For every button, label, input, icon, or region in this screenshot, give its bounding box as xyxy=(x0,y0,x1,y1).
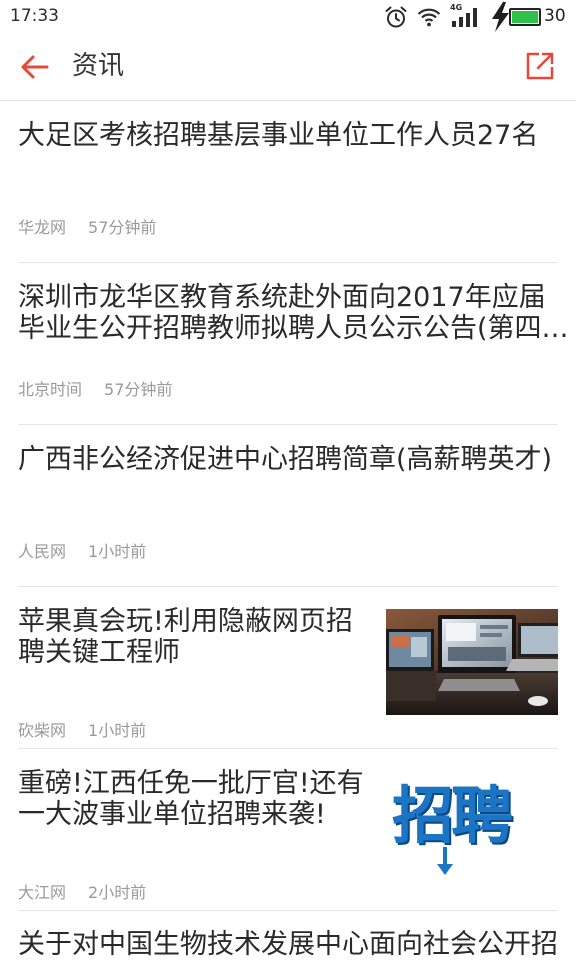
news-meta: 砍柴网 1小时前 xyxy=(18,721,146,741)
news-meta: 北京时间 57分钟前 xyxy=(18,380,172,400)
news-title: 广西非公经济促进中心招聘简章(高薪聘英才) xyxy=(18,444,552,475)
news-item[interactable]: 苹果真会玩!利用隐蔽网页招 聘关键工程师 砍柴网 1小时前 xyxy=(18,587,558,749)
charging-icon xyxy=(489,2,511,32)
back-button[interactable] xyxy=(18,50,52,84)
news-item[interactable]: 广西非公经济促进中心招聘简章(高薪聘英才) 人民网 1小时前 xyxy=(18,425,558,587)
battery-icon xyxy=(509,8,541,26)
news-time: 1小时前 xyxy=(88,542,147,561)
news-title: 重磅!江西任免一批厅官!还有 一大波事业单位招聘来袭! xyxy=(18,768,364,830)
news-title-line: 毕业生公开招聘教师拟聘人员公示公告(第四… xyxy=(18,313,569,344)
news-title-line: 关于对中国生物技术发展中心面向社会公开招 xyxy=(18,929,558,960)
news-item[interactable]: 大足区考核招聘基层事业单位工作人员27名 华龙网 57分钟前 xyxy=(18,101,558,263)
workstation-photo xyxy=(386,609,558,715)
news-source: 砍柴网 xyxy=(18,721,67,740)
news-source: 大江网 xyxy=(18,883,67,902)
news-title: 深圳市龙华区教育系统赴外面向2017年应届 毕业生公开招聘教师拟聘人员公示公告(… xyxy=(18,282,569,344)
app-header: 资讯 xyxy=(0,32,576,101)
wifi-icon xyxy=(417,7,441,27)
news-title-line: 苹果真会玩!利用隐蔽网页招 xyxy=(18,606,353,637)
news-meta: 人民网 1小时前 xyxy=(18,542,146,562)
news-time: 1小时前 xyxy=(88,721,147,740)
news-thumbnail xyxy=(386,609,558,715)
share-button[interactable] xyxy=(522,48,558,84)
arrow-left-icon xyxy=(21,55,49,79)
news-title-line: 聘关键工程师 xyxy=(18,637,180,668)
page-title: 资讯 xyxy=(72,51,125,81)
news-thumbnail: 招聘 xyxy=(386,771,558,877)
news-title-line: 大足区考核招聘基层事业单位工作人员27名 xyxy=(18,120,539,151)
news-time: 57分钟前 xyxy=(88,218,157,237)
arrow-down-icon xyxy=(437,847,453,875)
news-meta: 大江网 2小时前 xyxy=(18,883,146,903)
external-link-icon xyxy=(526,52,554,80)
battery-level: 30 xyxy=(544,6,566,26)
news-title-line: 重磅!江西任免一批厅官!还有 xyxy=(18,768,364,799)
news-screen: 17:33 4G 30 资讯 大足区考核招聘基层事业单位工作人员27名 华龙网 … xyxy=(0,0,576,960)
news-list: 大足区考核招聘基层事业单位工作人员27名 华龙网 57分钟前 深圳市龙华区教育系统… xyxy=(0,101,576,960)
news-meta: 华龙网 57分钟前 xyxy=(18,218,156,238)
news-title-line: 深圳市龙华区教育系统赴外面向2017年应届 xyxy=(18,282,546,313)
news-title: 苹果真会玩!利用隐蔽网页招 聘关键工程师 xyxy=(18,606,353,668)
news-time: 57分钟前 xyxy=(104,380,173,399)
status-time: 17:33 xyxy=(10,6,59,26)
news-title: 关于对中国生物技术发展中心面向社会公开招 xyxy=(18,929,558,960)
news-source: 华龙网 xyxy=(18,218,67,237)
status-bar: 17:33 4G 30 xyxy=(0,0,576,32)
alarm-clock-icon xyxy=(384,5,408,29)
news-title-line: 广西非公经济促进中心招聘简章(高薪聘英才) xyxy=(18,444,553,475)
news-time: 2小时前 xyxy=(88,883,147,902)
battery-fill xyxy=(512,11,538,23)
news-source: 人民网 xyxy=(18,542,67,561)
news-item[interactable]: 深圳市龙华区教育系统赴外面向2017年应届 毕业生公开招聘教师拟聘人员公示公告(… xyxy=(18,263,569,425)
news-title-line: 一大波事业单位招聘来袭! xyxy=(18,799,326,830)
news-title: 大足区考核招聘基层事业单位工作人员27名 xyxy=(18,120,538,151)
news-item[interactable]: 关于对中国生物技术发展中心面向社会公开招 xyxy=(18,911,558,960)
news-item[interactable]: 重磅!江西任免一批厅官!还有 一大波事业单位招聘来袭! 招聘 大江网 2小时前 xyxy=(18,749,558,911)
news-source: 北京时间 xyxy=(18,380,83,399)
signal-icon xyxy=(452,8,480,27)
